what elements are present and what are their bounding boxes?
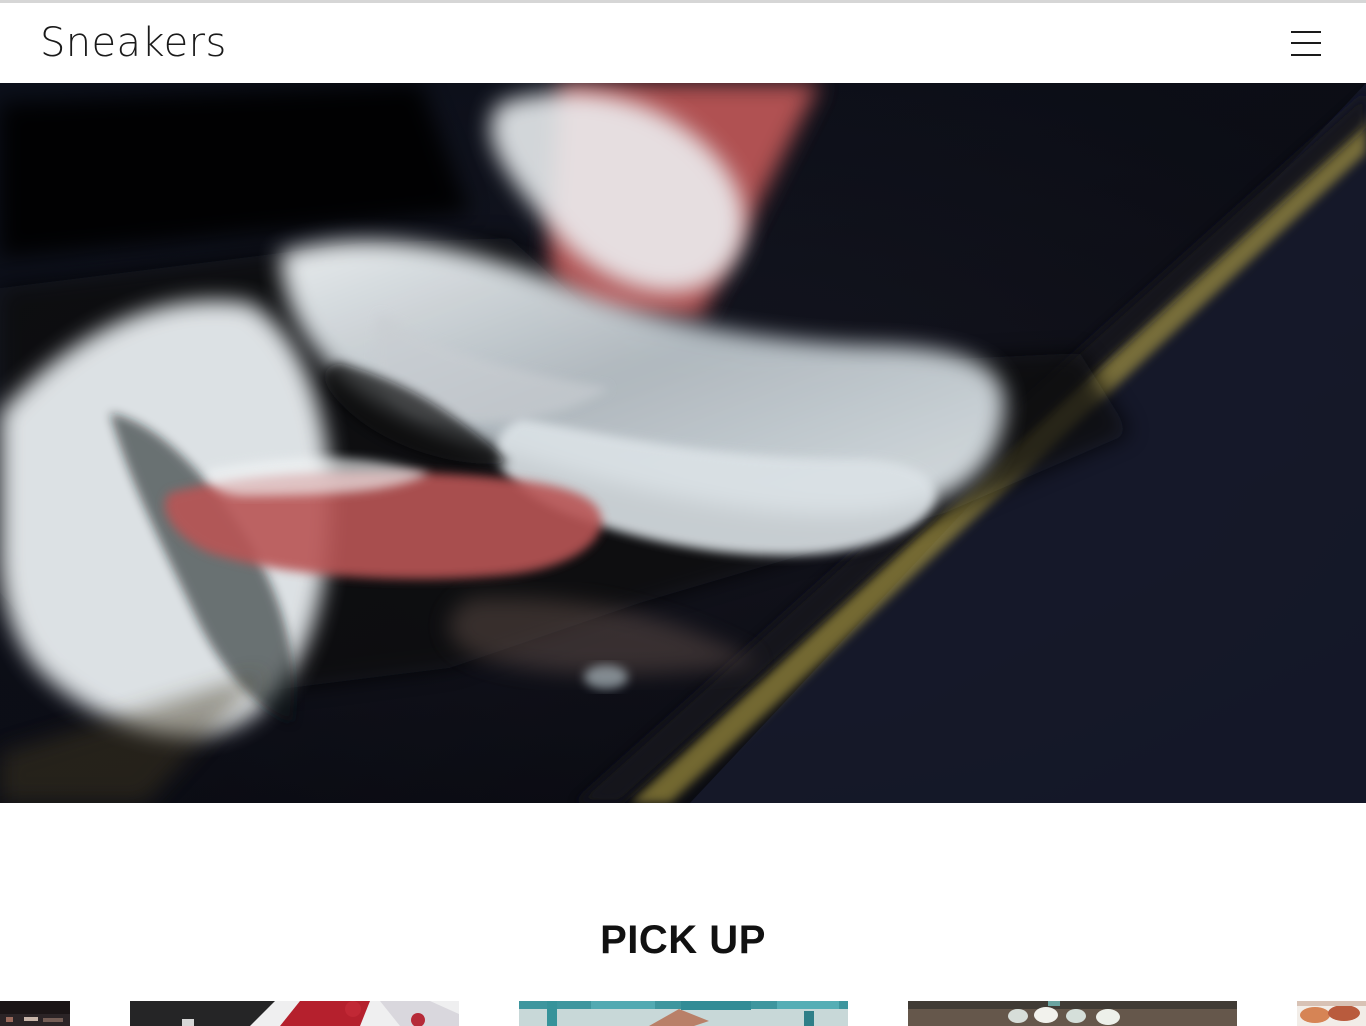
sneakers-page: Sneakers PICK UP: [0, 0, 1366, 1026]
partial-orange-sneaker-image: [1297, 1001, 1366, 1026]
sneakers-on-carpet-image: [908, 1001, 1237, 1026]
pickup-carousel[interactable]: [0, 1001, 1366, 1026]
site-header: Sneakers: [0, 3, 1366, 83]
hamburger-menu-icon: [1291, 54, 1321, 56]
hamburger-menu-icon: [1291, 42, 1321, 44]
pickup-card[interactable]: [0, 1001, 70, 1026]
hamburger-menu-button[interactable]: [1288, 29, 1324, 59]
hero-banner: [0, 83, 1366, 803]
pickup-card[interactable]: [1297, 1001, 1366, 1026]
blurred-sneaker-hero-image: [0, 83, 1366, 803]
pickup-card[interactable]: [130, 1001, 459, 1026]
pickup-card[interactable]: [908, 1001, 1237, 1026]
pickup-card[interactable]: [519, 1001, 848, 1026]
partial-sneaker-shelf-image: [0, 1001, 70, 1026]
teal-crate-hand-image: [519, 1001, 848, 1026]
pickup-section-title: PICK UP: [600, 918, 766, 962]
site-logo[interactable]: Sneakers: [40, 21, 227, 65]
hamburger-menu-icon: [1291, 31, 1321, 33]
red-white-sneaker-image: [130, 1001, 459, 1026]
